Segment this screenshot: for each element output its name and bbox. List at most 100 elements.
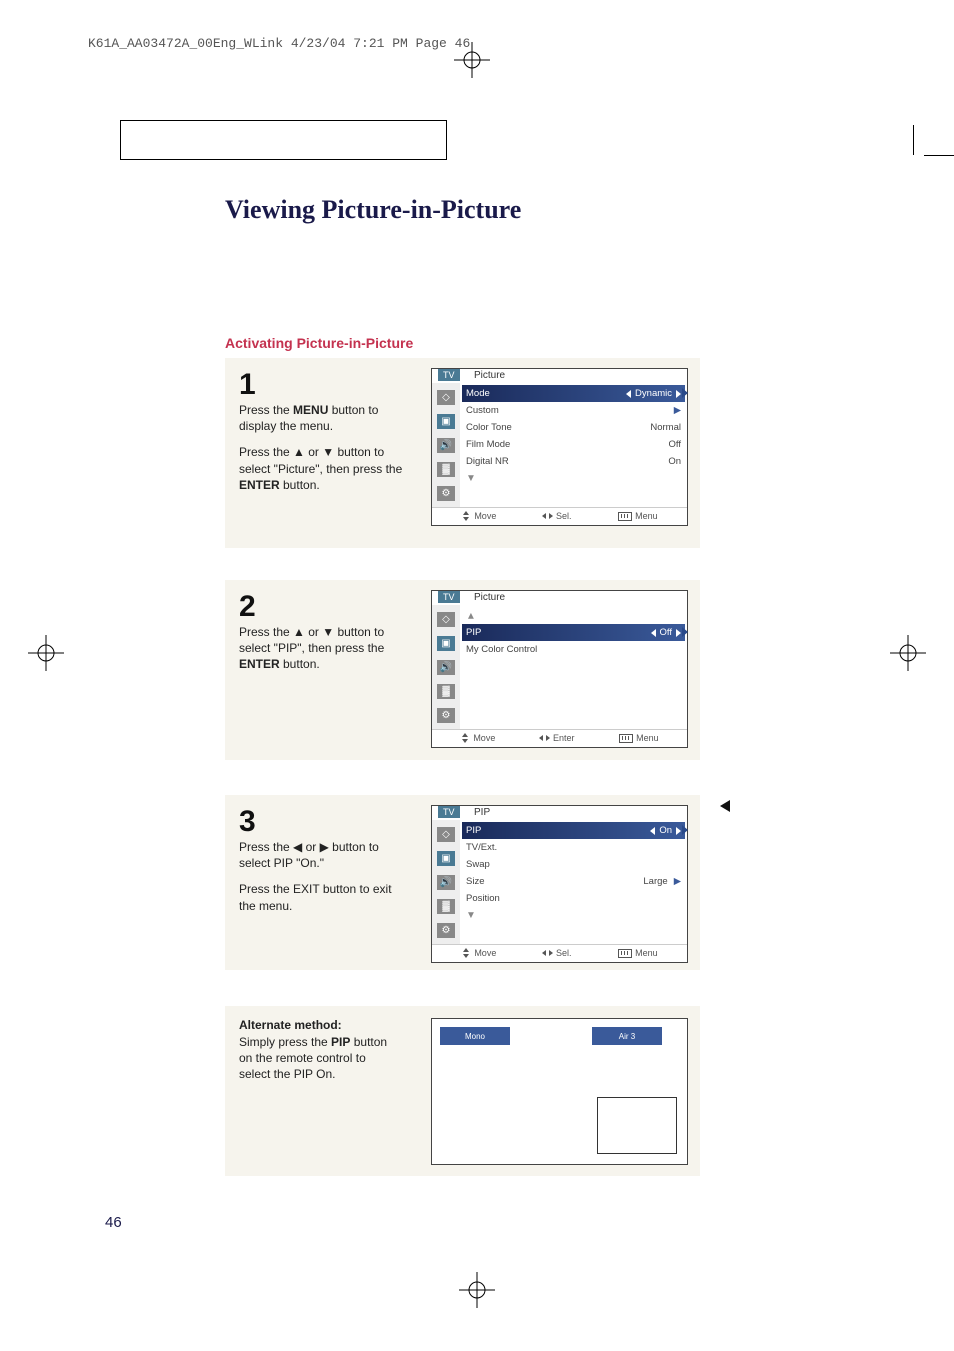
menu-row-mode: Mode Dynamic: [462, 385, 685, 402]
menu-row-dnr: Digital NR On: [466, 453, 681, 470]
row-label: Digital NR: [466, 456, 509, 467]
registration-mark-left: [28, 635, 64, 676]
updown-icon: [461, 949, 471, 957]
menu-footer: Move Sel. Menu: [432, 507, 687, 524]
row-value: Normal: [650, 422, 681, 433]
main-label: Mono: [440, 1027, 510, 1045]
crop-mark-h: [924, 155, 954, 157]
margin-arrow-icon: [720, 800, 730, 812]
menu-sidebar: ◇ ▣ 🔊 ▓ ⚙: [432, 820, 460, 944]
text: Press the ▲ or ▼ button to select "PIP",…: [239, 625, 384, 655]
menu-title: PIP: [474, 807, 490, 818]
up-arrow-icon: ▼: [466, 610, 476, 621]
alternate-method-block: Alternate method: Simply press the PIP b…: [225, 1006, 700, 1176]
picture-icon: ▣: [437, 636, 455, 651]
menu-row-pip: PIP On: [462, 822, 685, 839]
leftright-icon: [543, 512, 553, 520]
channel-icon: ▓: [437, 899, 455, 914]
left-arrow-icon: [626, 390, 631, 398]
right-arrow-icon: [676, 827, 681, 835]
row-label: Custom: [466, 405, 499, 416]
sound-icon: 🔊: [437, 438, 455, 453]
step-2-text: Press the ▲ or ▼ button to select "PIP",…: [239, 624, 409, 673]
footer-enter: Enter: [553, 733, 575, 743]
input-icon: ◇: [437, 612, 455, 627]
row-label: Film Mode: [466, 439, 510, 450]
menu-row-tvext: TV/Ext.: [466, 839, 681, 856]
menu-sidebar: ◇ ▣ 🔊 ▓ ⚙: [432, 383, 460, 507]
row-value: On: [668, 456, 681, 467]
tv-menu-3: TV PIP ◇ ▣ 🔊 ▓ ⚙ PIP On TV/Ext.: [431, 805, 688, 963]
right-arrow-icon: [676, 390, 681, 398]
row-label: My Color Control: [466, 644, 537, 655]
footer-sel: Sel.: [556, 511, 572, 521]
right-arrow-icon: [676, 629, 681, 637]
setup-icon: ⚙: [437, 708, 455, 723]
down-arrow-icon: ▼: [466, 473, 476, 484]
step-3-text: Press the ◀ or ▶ button to select PIP "O…: [239, 839, 409, 914]
leftright-icon: [540, 734, 550, 742]
chapter-box: [120, 120, 447, 160]
row-label: Mode: [466, 388, 490, 399]
tv-menu-1: TV Picture ◇ ▣ 🔊 ▓ ⚙ Mode Dynamic: [431, 368, 688, 526]
registration-mark-top: [454, 42, 490, 78]
picture-icon: ▣: [437, 414, 455, 429]
menu-body: ◇ ▣ 🔊 ▓ ⚙ PIP On TV/Ext.: [432, 820, 687, 944]
row-value-wrap: Dynamic: [626, 388, 681, 399]
tv-menu-2: TV Picture ◇ ▣ 🔊 ▓ ⚙ ▼ PIP Off: [431, 590, 688, 748]
row-value: Off: [660, 627, 673, 638]
text: Press the: [239, 403, 293, 417]
menu-icon: [618, 512, 632, 521]
input-icon: ◇: [437, 390, 455, 405]
alt-tv-screen: Mono Air 3: [431, 1018, 688, 1165]
setup-icon: ⚙: [437, 486, 455, 501]
menu-body: ◇ ▣ 🔊 ▓ ⚙ Mode Dynamic Custom ▶: [432, 383, 687, 507]
menu-icon: [619, 734, 633, 743]
row-label: Swap: [466, 859, 490, 870]
text: Press the ▲ or ▼ button to select "Pictu…: [239, 445, 402, 475]
menu-title: Picture: [474, 592, 505, 603]
text-bold: ENTER: [239, 478, 280, 492]
menu-row-pip: PIP Off: [462, 624, 685, 641]
menu-row-mychannel: My Color Control: [466, 641, 681, 658]
submenu-arrow-icon: ▶: [674, 405, 681, 416]
footer-move: Move: [473, 733, 495, 743]
menu-row-more-up: ▼: [466, 607, 681, 624]
sound-icon: 🔊: [437, 875, 455, 890]
updown-icon: [460, 734, 470, 742]
menu-title: Picture: [474, 370, 505, 381]
text: button.: [280, 657, 320, 671]
menu-row-swap: Swap: [466, 856, 681, 873]
channel-icon: ▓: [437, 684, 455, 699]
row-label: Size: [466, 876, 484, 887]
picture-icon: ▣: [437, 851, 455, 866]
row-value-wrap: Off: [651, 627, 682, 638]
section-heading: Activating Picture-in-Picture: [225, 335, 413, 351]
updown-icon: [461, 512, 471, 520]
leftright-icon: [543, 949, 553, 957]
channel-icon: ▓: [437, 462, 455, 477]
row-value: Dynamic: [635, 388, 672, 399]
row-label: PIP: [466, 627, 481, 638]
footer-sel: Sel.: [556, 948, 572, 958]
row-label: TV/Ext.: [466, 842, 497, 853]
text-bold: PIP: [331, 1035, 350, 1049]
print-job-line: K61A_AA03472A_00Eng_WLink 4/23/04 7:21 P…: [88, 36, 470, 51]
pip-window: [597, 1097, 677, 1154]
menu-footer: Move Sel. Menu: [432, 944, 687, 961]
step-3-block: 3 Press the ◀ or ▶ button to select PIP …: [225, 795, 700, 970]
menu-row-more: ▼: [466, 907, 681, 924]
row-value: Large: [643, 876, 667, 887]
crop-mark-v: [913, 125, 924, 155]
registration-mark-right: [890, 635, 926, 676]
row-label: Color Tone: [466, 422, 512, 433]
menu-icon: [618, 949, 632, 958]
menu-sidebar: ◇ ▣ 🔊 ▓ ⚙: [432, 605, 460, 729]
menu-body: ◇ ▣ 🔊 ▓ ⚙ ▼ PIP Off My Color Control: [432, 605, 687, 729]
footer-move: Move: [474, 511, 496, 521]
input-icon: ◇: [437, 827, 455, 842]
page-title: Viewing Picture-in-Picture: [225, 195, 521, 225]
menu-footer: Move Enter Menu: [432, 729, 687, 746]
text-bold: MENU: [293, 403, 328, 417]
left-arrow-icon: [651, 629, 656, 637]
